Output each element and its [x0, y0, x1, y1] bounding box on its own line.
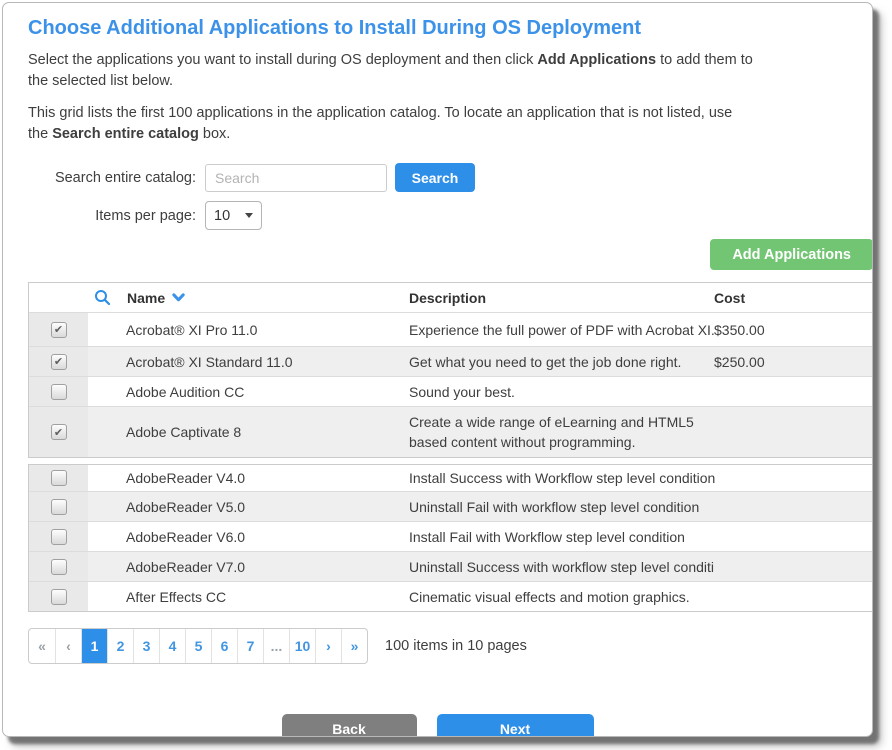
row-checkbox[interactable]: ✔	[51, 424, 67, 440]
app-description: Install Fail with Workflow step level co…	[409, 522, 714, 551]
search-catalog-label: Search entire catalog:	[28, 170, 196, 186]
table-row[interactable]: ✔ Acrobat® XI Pro 11.0 Experience the fu…	[29, 312, 872, 346]
add-applications-button[interactable]: Add Applications	[710, 239, 873, 270]
pager-page-4[interactable]: 4	[159, 629, 185, 663]
intro-bold-add-applications: Add Applications	[537, 52, 656, 68]
pagination-summary: 100 items in 10 pages	[385, 638, 527, 654]
app-name: Adobe Captivate 8	[88, 407, 409, 457]
search-input[interactable]	[205, 164, 387, 192]
next-button[interactable]: Next	[437, 714, 594, 737]
row-checkbox[interactable]: ✔	[51, 322, 67, 338]
app-description: Uninstall Success with workflow step lev…	[409, 552, 714, 581]
items-per-page-value: 10	[214, 208, 230, 224]
intro-text: box.	[199, 126, 230, 142]
table-row[interactable]: ✔ AdobeReader V6.0 Install Fail with Wor…	[29, 521, 872, 551]
table-row[interactable]: ✔ Acrobat® XI Standard 11.0 Get what you…	[29, 346, 872, 376]
name-header-label: Name	[127, 290, 165, 306]
app-description: Uninstall Fail with workflow step level …	[409, 492, 714, 521]
app-cost	[714, 552, 872, 581]
row-checkbox[interactable]: ✔	[51, 559, 67, 575]
pager-page-1[interactable]: 1	[81, 629, 107, 663]
app-cost	[714, 465, 872, 491]
dropdown-caret-icon	[245, 213, 253, 218]
pager-page-3[interactable]: 3	[133, 629, 159, 663]
app-description: Install Success with Workflow step level…	[409, 465, 714, 491]
wizard-dialog: Choose Additional Applications to Instal…	[2, 2, 873, 737]
app-name: Acrobat® XI Pro 11.0	[88, 313, 409, 346]
app-name: AdobeReader V5.0	[88, 492, 409, 521]
row-checkbox[interactable]: ✔	[51, 529, 67, 545]
intro-paragraph-1: Select the applications you want to inst…	[28, 50, 847, 92]
app-cost	[714, 582, 872, 611]
intro-bold-search-entire-catalog: Search entire catalog	[52, 126, 199, 142]
pager-page-10[interactable]: 10	[289, 629, 315, 663]
table-row[interactable]: ✔ AdobeReader V5.0 Uninstall Fail with w…	[29, 491, 872, 521]
row-checkbox[interactable]: ✔	[51, 589, 67, 605]
pager-ellipsis: ...	[263, 629, 289, 663]
description-column-header: Description	[409, 283, 714, 312]
row-checkbox[interactable]: ✔	[51, 354, 67, 370]
row-checkbox[interactable]: ✔	[51, 499, 67, 515]
app-description: Cinematic visual effects and motion grap…	[409, 582, 714, 611]
app-cost	[714, 492, 872, 521]
table-row[interactable]: ✔ Adobe Audition CC Sound your best.	[29, 376, 872, 406]
grid-search-icon[interactable]	[94, 289, 111, 306]
pager-next-button[interactable]: ›	[315, 629, 341, 663]
intro-text: Select the applications you want to inst…	[28, 52, 537, 68]
app-name: Adobe Audition CC	[88, 377, 409, 406]
table-row[interactable]: ✔ AdobeReader V7.0 Uninstall Success wit…	[29, 551, 872, 581]
pager-page-2[interactable]: 2	[107, 629, 133, 663]
app-name: AdobeReader V4.0	[88, 465, 409, 491]
app-name: Acrobat® XI Standard 11.0	[88, 347, 409, 376]
app-cost	[714, 377, 872, 406]
pager-last-button[interactable]: »	[341, 629, 367, 663]
name-column-header[interactable]: Name	[88, 283, 409, 312]
app-name: After Effects CC	[88, 582, 409, 611]
table-row[interactable]: ✔ Adobe Captivate 8 Create a wide range …	[29, 406, 872, 457]
app-description: Experience the full power of PDF with Ac…	[409, 313, 714, 346]
app-description: Get what you need to get the job done ri…	[409, 347, 714, 376]
back-button[interactable]: Back	[282, 714, 417, 737]
app-cost	[714, 407, 872, 457]
row-checkbox[interactable]: ✔	[51, 470, 67, 486]
pager-page-7[interactable]: 7	[237, 629, 263, 663]
cost-column-header: Cost	[714, 283, 872, 312]
header-checkbox-cell	[29, 283, 88, 312]
search-form: Search entire catalog: Search Items per …	[28, 163, 872, 230]
grid-header-row: Name Description Cost	[29, 283, 872, 312]
items-per-page-label: Items per page:	[28, 208, 196, 224]
pager-page-5[interactable]: 5	[185, 629, 211, 663]
intro-text: This grid lists the first 100 applicatio…	[28, 105, 732, 121]
applications-grid: Name Description Cost ✔ Acrobat® XI Pro …	[28, 282, 873, 612]
intro-text: the selected list below.	[28, 73, 173, 89]
app-cost: $250.00	[714, 347, 872, 376]
app-cost: $350.00	[714, 313, 872, 346]
table-row[interactable]: ✔ AdobeReader V4.0 Install Success with …	[29, 465, 872, 491]
app-description: Sound your best.	[409, 377, 714, 406]
pager-first-button[interactable]: «	[29, 629, 55, 663]
row-checkbox[interactable]: ✔	[51, 384, 67, 400]
app-name: AdobeReader V6.0	[88, 522, 409, 551]
pager-prev-button[interactable]: ‹	[55, 629, 81, 663]
pagination: « ‹ 1 2 3 4 5 6 7 ... 10 › » 100 items i…	[28, 628, 872, 664]
search-button[interactable]: Search	[395, 163, 475, 192]
table-row[interactable]: ✔ After Effects CC Cinematic visual effe…	[29, 581, 872, 611]
items-per-page-select[interactable]: 10	[205, 201, 262, 230]
sort-chevron-down-icon	[172, 293, 185, 302]
pager-page-6[interactable]: 6	[211, 629, 237, 663]
intro-text: the	[28, 126, 52, 142]
app-description: Create a wide range of eLearning and HTM…	[409, 407, 714, 457]
page-title: Choose Additional Applications to Instal…	[28, 17, 847, 40]
intro-paragraph-2: This grid lists the first 100 applicatio…	[28, 103, 847, 145]
app-name: AdobeReader V7.0	[88, 552, 409, 581]
intro-text: to add them to	[656, 52, 753, 68]
app-cost	[714, 522, 872, 551]
